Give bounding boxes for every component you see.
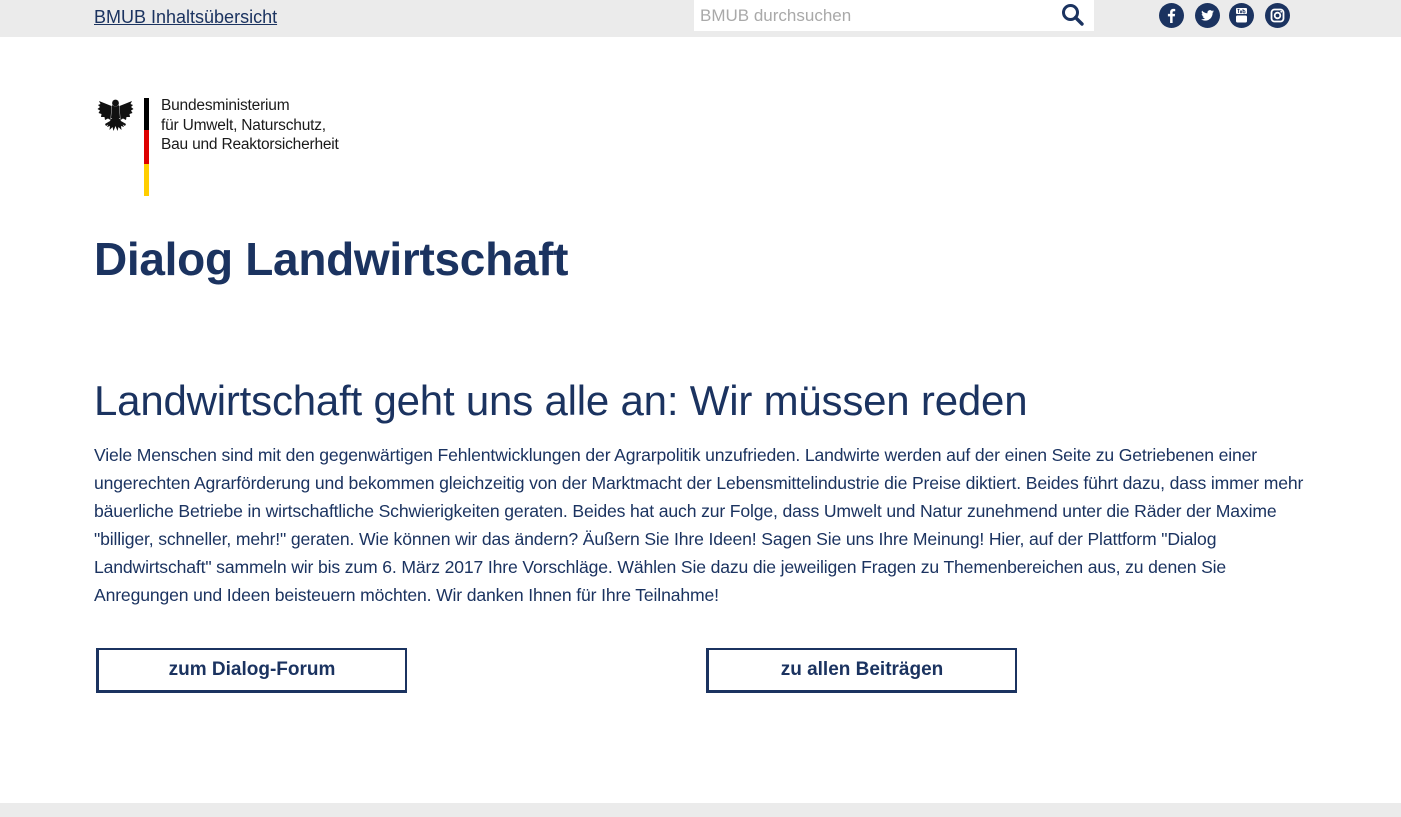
german-flag-bar bbox=[144, 98, 149, 196]
search-input[interactable] bbox=[694, 0, 1054, 31]
ministry-name-line: Bau und Reaktorsicherheit bbox=[161, 136, 339, 153]
ministry-name: Bundesministerium für Umwelt, Naturschut… bbox=[161, 96, 339, 155]
footer-bar bbox=[0, 803, 1401, 817]
federal-eagle-icon bbox=[97, 99, 134, 131]
facebook-link[interactable] bbox=[1159, 3, 1184, 28]
ministry-name-line: für Umwelt, Naturschutz, bbox=[161, 116, 326, 134]
dialog-forum-button[interactable]: zum Dialog-Forum bbox=[96, 648, 407, 693]
ministry-name-line: Bundesministerium bbox=[161, 97, 290, 114]
intro-text: Viele Menschen sind mit den gegenwärtige… bbox=[94, 445, 1304, 605]
all-posts-button[interactable]: zu allen Beiträgen bbox=[706, 648, 1017, 693]
toc-link[interactable]: BMUB Inhaltsübersicht bbox=[94, 7, 277, 28]
youtube-link[interactable] bbox=[1229, 3, 1254, 28]
site-title: Dialog Landwirtschaft bbox=[94, 233, 569, 285]
instagram-icon bbox=[1270, 8, 1285, 23]
search-button[interactable] bbox=[1060, 2, 1086, 28]
page-headline: Landwirtschaft geht uns alle an: Wir müs… bbox=[94, 377, 1028, 424]
twitter-link[interactable] bbox=[1195, 3, 1220, 28]
instagram-link[interactable] bbox=[1265, 3, 1290, 28]
top-bar: BMUB Inhaltsübersicht bbox=[0, 0, 1401, 37]
search-icon bbox=[1062, 4, 1084, 26]
youtube-icon bbox=[1236, 8, 1247, 23]
search-box bbox=[694, 0, 1094, 31]
twitter-icon bbox=[1201, 10, 1214, 21]
ministry-logo[interactable]: Bundesministerium für Umwelt, Naturschut… bbox=[96, 96, 356, 196]
facebook-icon bbox=[1167, 8, 1176, 23]
